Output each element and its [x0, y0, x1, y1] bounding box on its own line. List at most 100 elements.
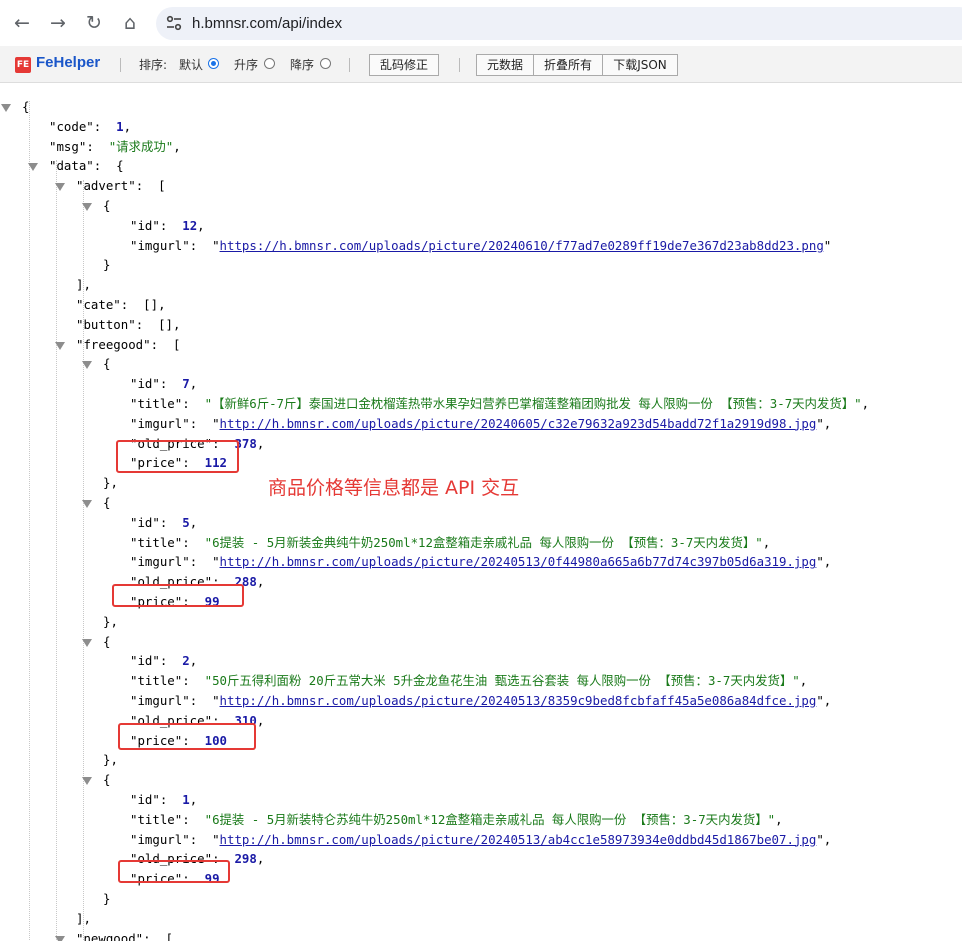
download-json-button[interactable]: 下载JSON: [602, 54, 678, 76]
json-punct: "id": [130, 792, 160, 807]
indent-guide: [56, 160, 57, 941]
collapse-toggle-icon[interactable]: [82, 500, 92, 508]
url-text[interactable]: h.bmnsr.com/api/index: [192, 7, 342, 40]
reload-icon[interactable]: ↻: [81, 10, 107, 36]
json-key: "code": [49, 118, 94, 134]
json-punct: : ": [189, 415, 220, 431]
home-icon[interactable]: ⌂: [117, 10, 143, 36]
collapse-toggle-icon[interactable]: [82, 361, 92, 370]
back-icon[interactable]: ←: [9, 10, 35, 36]
json-punct: []: [143, 297, 159, 312]
json-punct: "imgurl": [130, 831, 190, 847]
json-punct: :: [182, 811, 205, 827]
json-punct: : ": [189, 831, 220, 847]
json-key: "msg": [49, 138, 87, 154]
json-key: "freegood": [76, 336, 151, 352]
collapse-toggle-icon[interactable]: [82, 638, 92, 647]
json-title: "title": "6提装 - 5月新装特仑苏纯牛奶250ml*12盒整箱走亲戚…: [130, 810, 783, 830]
json-punct: []: [158, 316, 173, 332]
json-number: 5: [182, 514, 190, 530]
fehelper-logo-icon: FE: [15, 57, 31, 73]
json-punct: ,: [861, 396, 870, 411]
json-cate: "cate": [],: [76, 295, 166, 315]
json-freegood: "freegood": [: [76, 335, 180, 355]
site-info-icon[interactable]: [165, 14, 183, 32]
toolbar-divider: [349, 58, 350, 72]
json-object: {: [103, 196, 110, 216]
json-msg: "msg": "请求成功",: [49, 137, 181, 157]
json-punct: ,: [256, 851, 265, 867]
json-punct: : [: [150, 336, 181, 352]
json-punct: ,: [197, 217, 205, 233]
fix-garbled-button[interactable]: 乱码修正: [369, 54, 439, 76]
collapse-toggle-icon[interactable]: [28, 163, 38, 172]
json-close: },: [103, 612, 118, 632]
json-punct: },: [103, 475, 118, 491]
json-object: {: [103, 493, 110, 513]
json-imgurl: "imgurl": "http://h.bmnsr.com/uploads/pi…: [130, 414, 831, 434]
json-punct: ": [823, 237, 832, 253]
json-punct: ,: [158, 297, 166, 312]
json-advert: "advert": [: [76, 176, 166, 196]
json-link[interactable]: http://h.bmnsr.com/uploads/picture/20240…: [220, 554, 817, 569]
sort-asc-label[interactable]: 升序: [234, 57, 258, 73]
json-close: ],: [76, 909, 91, 929]
json-punct: {: [103, 198, 111, 213]
collapse-toggle-icon[interactable]: [82, 203, 92, 211]
sort-desc-label[interactable]: 降序: [290, 57, 314, 73]
json-newgood: "newgood": [: [76, 929, 173, 941]
json-close: },: [103, 750, 118, 770]
sort-desc-radio[interactable]: [320, 58, 331, 69]
json-key: "advert": [76, 178, 136, 194]
json-imgurl: "imgurl": "http://h.bmnsr.com/uploads/pi…: [130, 830, 831, 850]
sort-asc-radio[interactable]: [264, 58, 275, 69]
collapse-toggle-icon[interactable]: [55, 935, 65, 941]
sort-default-label[interactable]: 默认: [179, 57, 203, 73]
json-number: 298: [234, 851, 257, 867]
json-punct: : {: [93, 158, 124, 174]
json-imgurl: "imgurl": "http://h.bmnsr.com/uploads/pi…: [130, 691, 831, 711]
json-punct: "id": [130, 217, 160, 233]
json-punct: {: [22, 99, 30, 114]
json-punct: }: [103, 891, 111, 906]
json-number: 2: [182, 653, 190, 669]
json-link[interactable]: http://h.bmnsr.com/uploads/picture/20240…: [220, 832, 817, 847]
json-object: {: [103, 632, 110, 652]
json-punct: ,: [189, 514, 198, 530]
json-punct: ,: [762, 534, 771, 550]
json-key: "newgood": [76, 930, 144, 941]
forward-icon[interactable]: →: [45, 10, 71, 36]
json-imgurl: "imgurl": "https://h.bmnsr.com/uploads/p…: [130, 236, 831, 256]
json-punct: : ": [189, 554, 220, 570]
json-link[interactable]: http://h.bmnsr.com/uploads/picture/20240…: [220, 693, 817, 708]
json-button: "button": [],: [76, 315, 180, 335]
json-punct: ,: [256, 574, 265, 590]
collapse-toggle-icon[interactable]: [55, 183, 65, 192]
json-data: "data": {: [49, 156, 124, 176]
json-punct: "title": [130, 396, 183, 411]
collapse-toggle-icon[interactable]: [82, 777, 92, 786]
json-punct: :: [159, 217, 183, 233]
json-punct: },: [103, 752, 118, 768]
json-object: {: [103, 354, 110, 374]
json-punct: :: [159, 653, 183, 669]
address-bar[interactable]: h.bmnsr.com/api/index: [156, 7, 962, 40]
json-punct: ",: [816, 831, 832, 847]
sort-default-radio[interactable]: [208, 58, 219, 69]
json-punct: : ": [189, 693, 220, 708]
json-punct: ,: [799, 673, 808, 689]
json-number: 7: [182, 376, 190, 392]
json-punct: "imgurl": [130, 237, 190, 253]
json-punct: "imgurl": [130, 554, 190, 570]
json-punct: :: [182, 396, 205, 411]
collapse-toggle-icon[interactable]: [55, 341, 65, 350]
json-punct: ],: [76, 277, 91, 293]
json-link[interactable]: https://h.bmnsr.com/uploads/picture/2024…: [220, 238, 824, 253]
json-punct: :: [182, 673, 205, 689]
raw-data-button[interactable]: 元数据: [476, 54, 534, 76]
json-punct: "title": [130, 534, 183, 550]
collapse-toggle-icon[interactable]: [1, 104, 11, 112]
json-key: "cate": [76, 297, 121, 312]
json-link[interactable]: http://h.bmnsr.com/uploads/picture/20240…: [220, 416, 817, 431]
collapse-all-button[interactable]: 折叠所有: [533, 54, 603, 76]
